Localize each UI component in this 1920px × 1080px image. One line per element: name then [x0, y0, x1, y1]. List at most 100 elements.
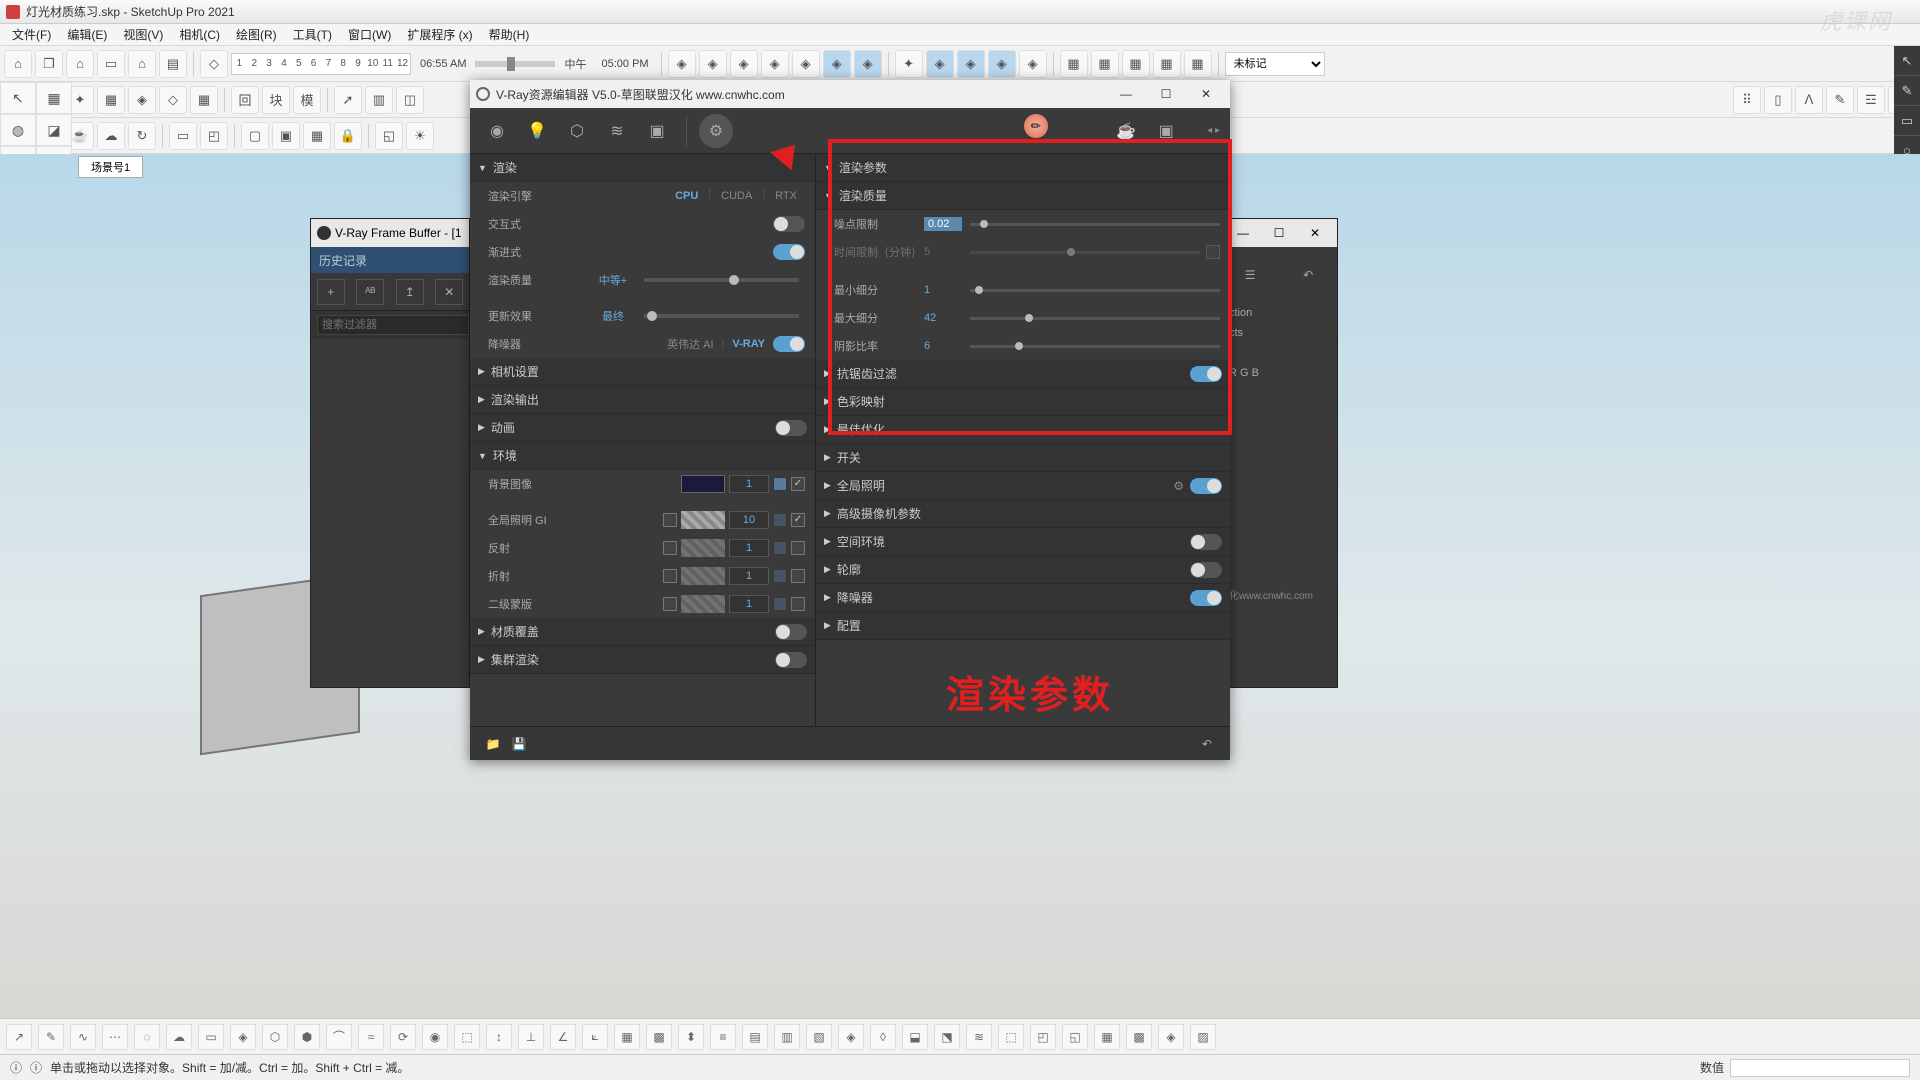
bg-chk[interactable]: [791, 477, 805, 491]
time-slider[interactable]: 123456789101112: [231, 53, 411, 75]
btn-b2[interactable]: 块: [262, 86, 290, 114]
print-icon[interactable]: ▤: [159, 50, 187, 78]
save-icon[interactable]: 💾: [506, 733, 532, 755]
bt-2[interactable]: ✎: [38, 1024, 64, 1050]
layer3-icon[interactable]: ▦: [1122, 50, 1150, 78]
env-section[interactable]: ▼环境: [470, 442, 815, 470]
bt-4[interactable]: ⋯: [102, 1024, 128, 1050]
iso5-icon[interactable]: ◈: [792, 50, 820, 78]
bt-29[interactable]: ⬓: [902, 1024, 928, 1050]
bt-5[interactable]: ◌: [134, 1024, 160, 1050]
refr-map[interactable]: [773, 569, 787, 583]
vfb-load-icon[interactable]: ↥: [396, 279, 424, 305]
engine-cuda[interactable]: CUDA: [713, 187, 760, 205]
maxsub-slider[interactable]: [970, 317, 1220, 320]
menu-window[interactable]: 窗口(W): [340, 26, 399, 43]
render-button-icon[interactable]: ☕: [1109, 114, 1143, 148]
bt-32[interactable]: ⬚: [998, 1024, 1024, 1050]
layer2-icon[interactable]: ▦: [1091, 50, 1119, 78]
bt-36[interactable]: ▩: [1126, 1024, 1152, 1050]
bt-38[interactable]: ▨: [1190, 1024, 1216, 1050]
page-icon[interactable]: ◇: [200, 50, 228, 78]
gi-map[interactable]: [773, 513, 787, 527]
brush-icon[interactable]: ✎: [1826, 86, 1854, 114]
bt-1[interactable]: ↗: [6, 1024, 32, 1050]
shadow-slider[interactable]: [970, 345, 1220, 348]
layer5-icon[interactable]: ▦: [1184, 50, 1212, 78]
bt-35[interactable]: ▦: [1094, 1024, 1120, 1050]
noise-value[interactable]: 0.02: [924, 217, 962, 231]
render-tab-icon[interactable]: ▣: [640, 114, 674, 148]
iso4-icon[interactable]: ◈: [761, 50, 789, 78]
iso6-shade-icon[interactable]: ◈: [823, 50, 851, 78]
box-icon[interactable]: ❐: [35, 50, 63, 78]
vfb-search-input[interactable]: [317, 315, 469, 335]
bt-17[interactable]: ⊥: [518, 1024, 544, 1050]
matover-section[interactable]: ▶材质覆盖: [470, 618, 815, 646]
bt-12[interactable]: ≈: [358, 1024, 384, 1050]
color-head[interactable]: ▶色彩映射: [816, 388, 1230, 416]
btn-a5[interactable]: ◈: [128, 86, 156, 114]
minsub-value[interactable]: 1: [924, 284, 962, 296]
expand-right-icon[interactable]: ◂ ▸: [1207, 125, 1220, 136]
cube2-icon[interactable]: ◈: [957, 50, 985, 78]
cube3-icon[interactable]: ◈: [988, 50, 1016, 78]
layer1-icon[interactable]: ▦: [1060, 50, 1088, 78]
select-icon[interactable]: ↖: [0, 82, 36, 114]
contour-toggle[interactable]: [1190, 562, 1222, 578]
contour-head[interactable]: ▶轮廓: [816, 556, 1230, 584]
bg-min-icon[interactable]: —: [1225, 222, 1261, 244]
interactive-toggle[interactable]: [773, 216, 805, 232]
mask-map[interactable]: [773, 597, 787, 611]
bt-28[interactable]: ◊: [870, 1024, 896, 1050]
bt-6[interactable]: ☁: [166, 1024, 192, 1050]
vfb-ab-icon[interactable]: ᴬᴮ: [356, 279, 384, 305]
progressive-toggle[interactable]: [773, 244, 805, 260]
tag-select[interactable]: 未标记: [1225, 52, 1325, 76]
refr-chk1[interactable]: [663, 569, 677, 583]
denoise-head[interactable]: ▶降噪器: [816, 584, 1230, 612]
anim-toggle[interactable]: [775, 420, 807, 436]
refr-swatch[interactable]: [681, 567, 725, 585]
materials-tab-icon[interactable]: ◉: [480, 114, 514, 148]
viewport-render-icon[interactable]: ▣: [1149, 114, 1183, 148]
bt-10[interactable]: ⬢: [294, 1024, 320, 1050]
config-head[interactable]: ▶配置: [816, 612, 1230, 640]
btn-b1[interactable]: 回: [231, 86, 259, 114]
layer4-icon[interactable]: ▦: [1153, 50, 1181, 78]
engine-rtx[interactable]: RTX: [767, 187, 805, 205]
bt-33[interactable]: ◰: [1030, 1024, 1056, 1050]
btn-a4[interactable]: ▦: [97, 86, 125, 114]
engine-cpu[interactable]: CPU: [667, 187, 706, 205]
aa-toggle[interactable]: [1190, 366, 1222, 382]
switch-head[interactable]: ▶开关: [816, 444, 1230, 472]
advcam-head[interactable]: ▶高级摄像机参数: [816, 500, 1230, 528]
house-icon[interactable]: ⌂: [66, 50, 94, 78]
cube1-icon[interactable]: ◈: [926, 50, 954, 78]
bt-22[interactable]: ⬍: [678, 1024, 704, 1050]
mask-value[interactable]: [729, 595, 769, 613]
bt-9[interactable]: ⬡: [262, 1024, 288, 1050]
house2-icon[interactable]: ⌂: [128, 50, 156, 78]
vfb-add-icon[interactable]: +: [317, 279, 345, 305]
bt-21[interactable]: ▩: [646, 1024, 672, 1050]
output-section[interactable]: ▶渲染输出: [470, 386, 815, 414]
list-icon[interactable]: ☰: [1245, 268, 1256, 282]
rect2-icon[interactable]: ▭: [1894, 106, 1920, 136]
anim-section[interactable]: ▶动画: [470, 414, 815, 442]
bg-value[interactable]: [729, 475, 769, 493]
bt-14[interactable]: ◉: [422, 1024, 448, 1050]
frame-icon[interactable]: ▭: [169, 122, 197, 150]
cloud-icon[interactable]: ☁: [97, 122, 125, 150]
pen-icon[interactable]: ✎: [1894, 76, 1920, 106]
bt-16[interactable]: ↕: [486, 1024, 512, 1050]
refl-chk2[interactable]: [791, 541, 805, 555]
bt-20[interactable]: ▦: [614, 1024, 640, 1050]
home-icon[interactable]: ⌂: [4, 50, 32, 78]
shadow-value[interactable]: 6: [924, 340, 962, 352]
denoiser-toggle[interactable]: [773, 336, 805, 352]
mask-chk2[interactable]: [791, 597, 805, 611]
time-mid-slider[interactable]: [475, 61, 555, 67]
matover-toggle[interactable]: [775, 624, 807, 640]
refresh-icon[interactable]: ↻: [128, 122, 156, 150]
